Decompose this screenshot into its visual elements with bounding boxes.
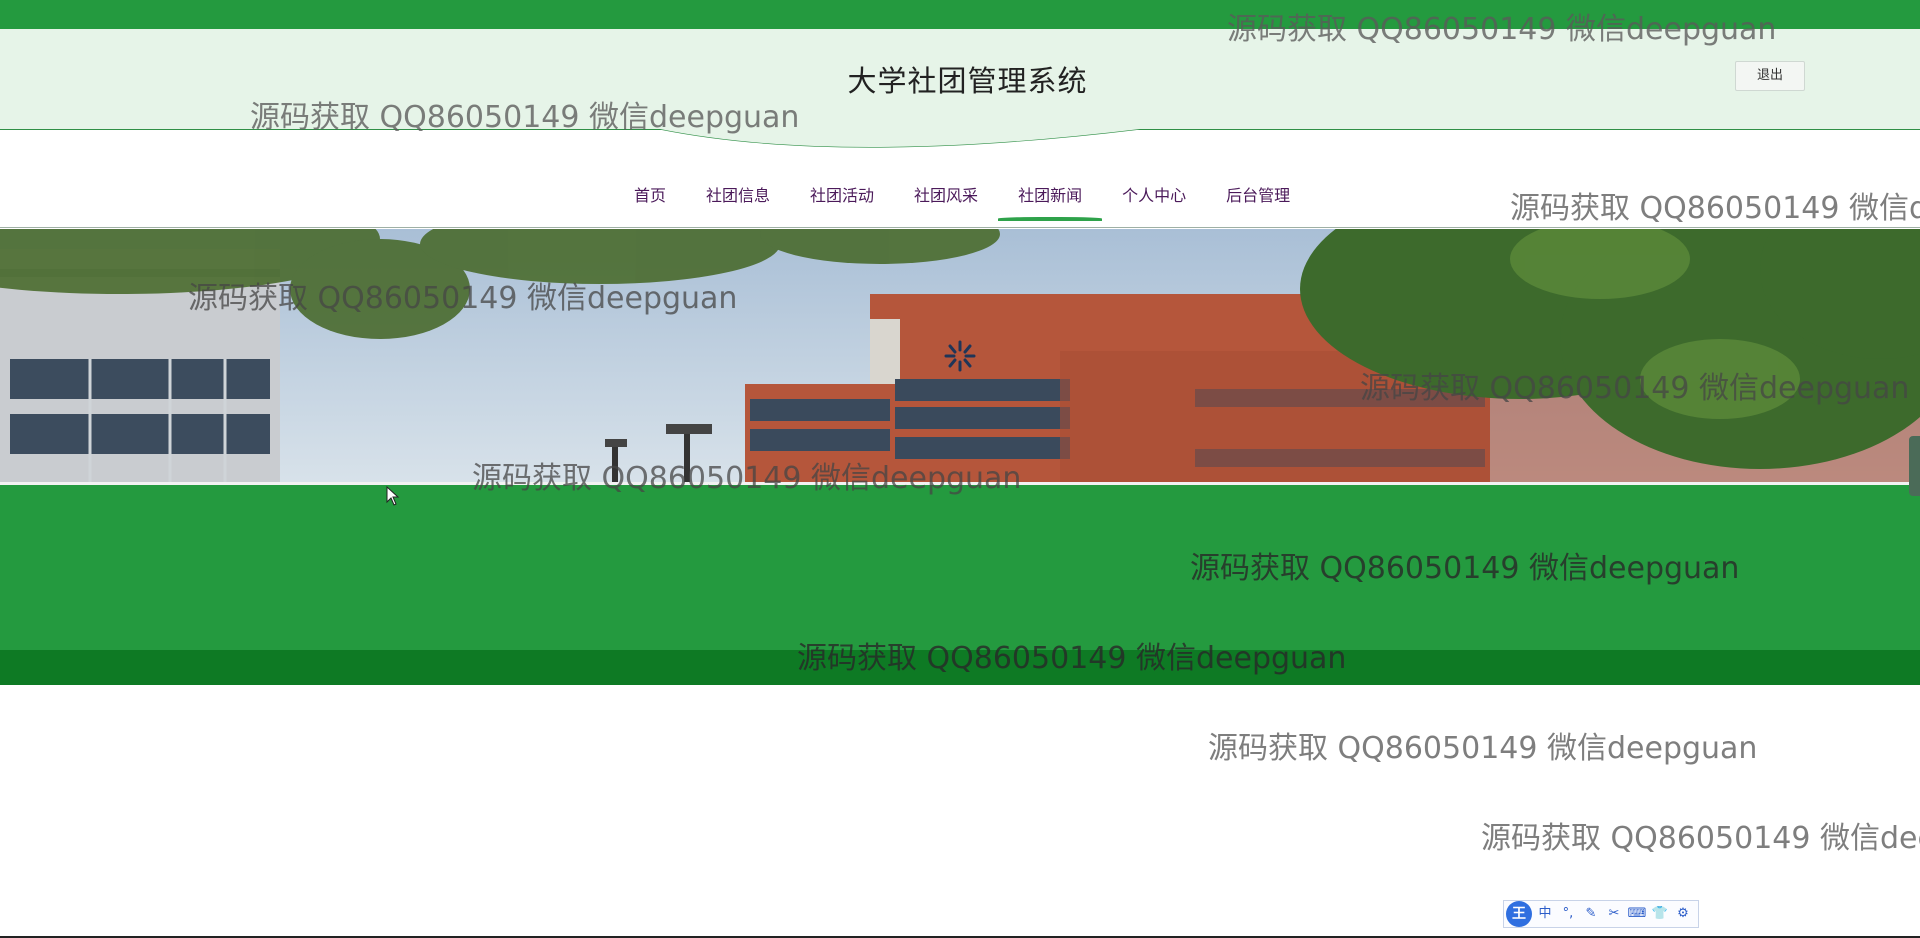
pen-icon[interactable]: ✎ <box>1581 904 1601 924</box>
ime-toolbar: 王 中 °, ✎ ✂ ⌨ 👕 ⚙ <box>1503 900 1699 928</box>
nav-item-club-info[interactable]: 社团信息 <box>686 185 790 215</box>
nav-item-club-activities[interactable]: 社团活动 <box>790 185 894 215</box>
nav-item-home[interactable]: 首页 <box>614 185 686 215</box>
banner-image <box>0 229 1920 484</box>
ime-mode-button[interactable]: 中 <box>1535 904 1555 924</box>
settings-icon[interactable]: ⚙ <box>1673 904 1693 924</box>
ime-logo-icon[interactable]: 王 <box>1506 901 1532 927</box>
header-wave <box>659 120 1141 148</box>
punctuation-icon[interactable]: °, <box>1558 904 1578 924</box>
main-nav: 首页 社团信息 社团活动 社团风采 社团新闻 个人中心 后台管理 <box>0 165 1920 228</box>
nav-item-club-news[interactable]: 社团新闻 <box>998 185 1103 221</box>
nav-items: 首页 社团信息 社团活动 社团风采 社团新闻 个人中心 后台管理 <box>614 185 1310 221</box>
keyboard-icon[interactable]: ⌨ <box>1627 904 1647 924</box>
page: 大学社团管理系统 退出 首页 社团信息 社团活动 社团风采 社团新闻 个人中心 … <box>0 0 1920 938</box>
side-scroll-handle[interactable] <box>1909 436 1920 496</box>
site-title: 大学社团管理系统 <box>847 64 1088 98</box>
top-stripe <box>0 0 1920 29</box>
scissors-icon[interactable]: ✂ <box>1604 904 1624 924</box>
logout-button[interactable]: 退出 <box>1735 61 1805 91</box>
watermark: 源码获取 QQ86050149 微信deepguan <box>1481 821 1920 856</box>
nav-item-club-showcase[interactable]: 社团风采 <box>894 185 998 215</box>
content-band <box>0 485 1920 650</box>
nav-item-admin[interactable]: 后台管理 <box>1206 185 1310 215</box>
nav-item-personal-center[interactable]: 个人中心 <box>1102 185 1206 215</box>
skin-icon[interactable]: 👕 <box>1650 904 1670 924</box>
watermark: 源码获取 QQ86050149 微信deepguan <box>1208 731 1758 766</box>
mouse-cursor-icon <box>386 486 400 506</box>
content-band-footer <box>0 650 1920 685</box>
banner-carousel[interactable] <box>0 229 1920 484</box>
